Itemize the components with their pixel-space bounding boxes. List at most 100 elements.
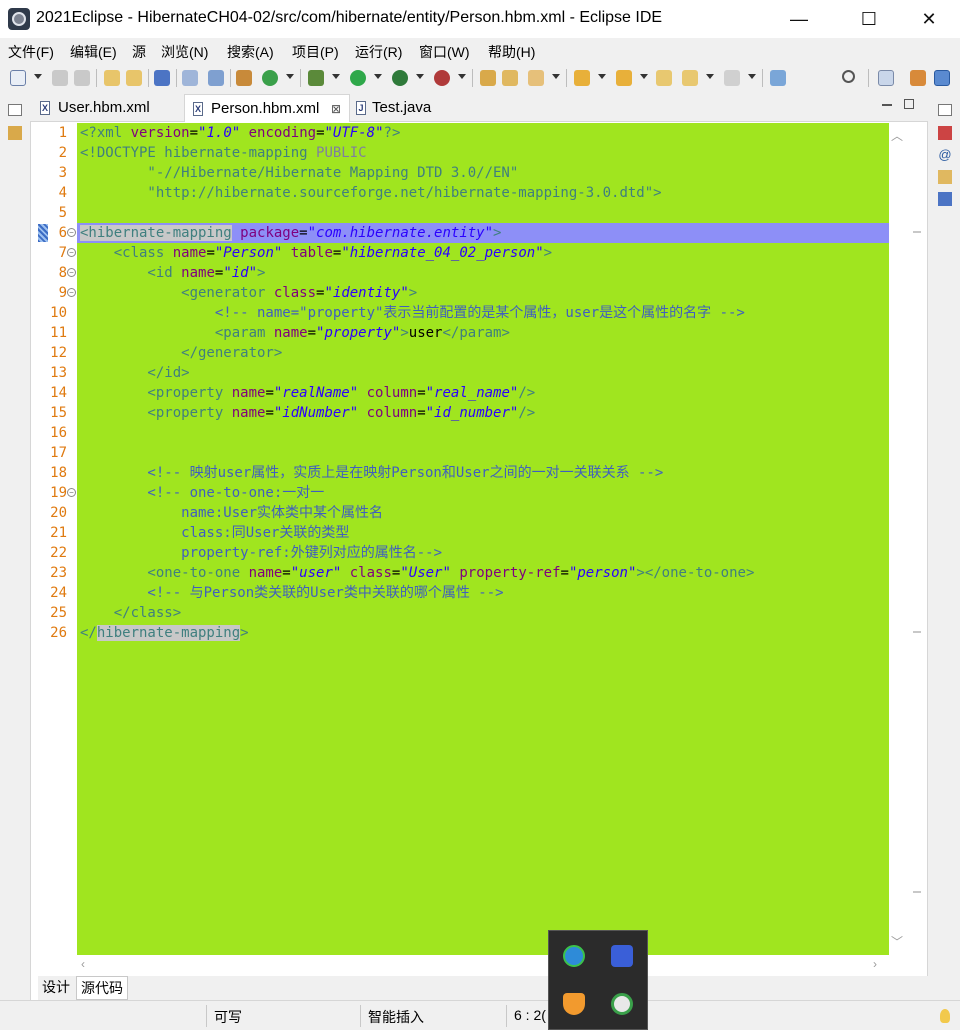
toolbar-separator xyxy=(230,69,231,87)
system-tray-popup xyxy=(548,930,648,1030)
tab-source[interactable]: 源代码 xyxy=(76,976,128,1000)
outline-icon[interactable] xyxy=(938,126,952,140)
player-icon[interactable] xyxy=(611,993,633,1015)
build-icon[interactable] xyxy=(236,70,252,86)
new-dropdown-icon[interactable] xyxy=(34,74,42,79)
coverage-icon[interactable] xyxy=(392,70,408,86)
restore-icon[interactable] xyxy=(938,104,952,116)
back-icon[interactable] xyxy=(682,70,698,86)
security-shield-icon[interactable] xyxy=(563,993,585,1015)
fold-collapse-icon[interactable]: − xyxy=(67,228,76,237)
tab-test-java[interactable]: J Test.java xyxy=(352,94,462,122)
next-annotation-dropdown-icon[interactable] xyxy=(598,74,606,79)
forward-dropdown-icon[interactable] xyxy=(748,74,756,79)
minimize-editor-icon[interactable] xyxy=(882,104,892,106)
run-dropdown-icon[interactable] xyxy=(374,74,382,79)
external-tools-dropdown-icon[interactable] xyxy=(458,74,466,79)
previous-annotation-icon[interactable] xyxy=(616,70,632,86)
minimize-button[interactable]: — xyxy=(776,0,822,38)
new-java-project-icon[interactable] xyxy=(480,70,496,86)
editor-mode-tabs: 设计 源代码 xyxy=(38,976,928,1000)
open-resource-icon[interactable] xyxy=(126,70,142,86)
tab-person-hbm[interactable]: X Person.hbm.xml ⊠ xyxy=(184,94,350,122)
debug-dropdown-icon[interactable] xyxy=(332,74,340,79)
debug-icon[interactable] xyxy=(308,70,324,86)
scroll-down-icon[interactable]: ﹀ xyxy=(889,933,905,950)
restore-icon[interactable] xyxy=(8,104,22,116)
code-line-23: <one-to-one name="user" class="User" pro… xyxy=(80,565,755,581)
toggle-mark-icon[interactable] xyxy=(182,70,198,86)
open-folder-icon[interactable] xyxy=(502,70,518,86)
menu-search[interactable]: 搜索(A) xyxy=(227,42,274,62)
fold-collapse-icon[interactable]: − xyxy=(67,248,76,257)
next-annotation-icon[interactable] xyxy=(574,70,590,86)
close-button[interactable]: ✕ xyxy=(906,0,952,38)
menu-navigate[interactable]: 浏览(N) xyxy=(161,42,208,62)
ruler-mark xyxy=(913,631,921,633)
open-type-icon[interactable] xyxy=(104,70,120,86)
pen-icon[interactable] xyxy=(528,70,544,86)
menu-help[interactable]: 帮助(H) xyxy=(488,42,535,62)
xml-file-icon: X xyxy=(40,101,50,115)
code-line-20: name:User实体类中某个属性名 xyxy=(80,505,384,521)
previous-annotation-dropdown-icon[interactable] xyxy=(640,74,648,79)
toolbar-separator xyxy=(96,69,97,87)
scroll-left-icon[interactable]: ‹ xyxy=(81,957,85,971)
external-tools-icon[interactable] xyxy=(434,70,450,86)
coverage-dropdown-icon[interactable] xyxy=(416,74,424,79)
code-line-13: </id> xyxy=(80,365,190,381)
fold-collapse-icon[interactable]: − xyxy=(67,488,76,497)
tab-design[interactable]: 设计 xyxy=(38,976,74,1000)
tab-label: User.hbm.xml xyxy=(58,99,150,116)
back-dropdown-icon[interactable] xyxy=(706,74,714,79)
line-number: 19 xyxy=(50,485,67,501)
scroll-up-icon[interactable]: ︿ xyxy=(889,127,905,144)
status-insert-mode: 智能插入 xyxy=(368,1009,424,1025)
console-icon[interactable] xyxy=(154,70,170,86)
window-title: 2021Eclipse - HibernateCH04-02/src/com/h… xyxy=(36,9,663,26)
media-icon[interactable] xyxy=(611,945,633,967)
status-bar: 可写 智能插入 6 : 2( xyxy=(0,1000,960,1030)
maximize-button[interactable]: ☐ xyxy=(846,0,892,38)
package-explorer-icon[interactable] xyxy=(8,126,22,140)
tab-user-hbm[interactable]: X User.hbm.xml xyxy=(32,94,180,122)
java-ee-perspective-icon[interactable] xyxy=(910,70,926,86)
menu-project[interactable]: 项目(P) xyxy=(292,42,339,62)
java-perspective-icon[interactable] xyxy=(934,70,950,86)
search-icon[interactable] xyxy=(842,70,855,83)
lightbulb-icon[interactable] xyxy=(940,1009,950,1023)
open-perspective-icon[interactable] xyxy=(878,70,894,86)
console-view-icon[interactable] xyxy=(938,192,952,206)
scroll-right-icon[interactable]: › xyxy=(873,957,877,971)
line-number: 16 xyxy=(50,425,67,441)
menu-edit[interactable]: 编辑(E) xyxy=(70,42,117,62)
new-icon[interactable] xyxy=(10,70,26,86)
run-icon[interactable] xyxy=(350,70,366,86)
code-line-24: <!-- 与Person类关联的User类中关联的哪个属性 --> xyxy=(80,585,504,601)
tab-label: Test.java xyxy=(372,99,432,116)
maximize-editor-icon[interactable] xyxy=(904,99,914,109)
menu-file[interactable]: 文件(F) xyxy=(8,42,54,62)
close-tab-icon[interactable]: ⊠ xyxy=(331,95,341,123)
save-icon[interactable] xyxy=(52,70,68,86)
refresh-icon[interactable] xyxy=(262,70,278,86)
menu-window[interactable]: 窗口(W) xyxy=(419,42,470,62)
line-number: 1 xyxy=(58,125,67,141)
menu-run[interactable]: 运行(R) xyxy=(355,42,402,62)
network-icon[interactable] xyxy=(563,945,585,967)
last-edit-location-icon[interactable] xyxy=(656,70,672,86)
forward-icon[interactable] xyxy=(724,70,740,86)
servers-icon[interactable] xyxy=(208,70,224,86)
horizontal-scrollbar[interactable]: ‹ › xyxy=(77,955,889,975)
save-all-icon[interactable] xyxy=(74,70,90,86)
javadoc-icon[interactable]: @ xyxy=(938,148,952,162)
menu-source[interactable]: 源 xyxy=(132,42,146,62)
fold-collapse-icon[interactable]: − xyxy=(67,268,76,277)
pin-editor-icon[interactable] xyxy=(770,70,786,86)
right-trim-bar: @ xyxy=(930,92,960,1000)
line-number: 4 xyxy=(58,185,67,201)
declaration-icon[interactable] xyxy=(938,170,952,184)
fold-collapse-icon[interactable]: − xyxy=(67,288,76,297)
pen-dropdown-icon[interactable] xyxy=(552,74,560,79)
refresh-dropdown-icon[interactable] xyxy=(286,74,294,79)
